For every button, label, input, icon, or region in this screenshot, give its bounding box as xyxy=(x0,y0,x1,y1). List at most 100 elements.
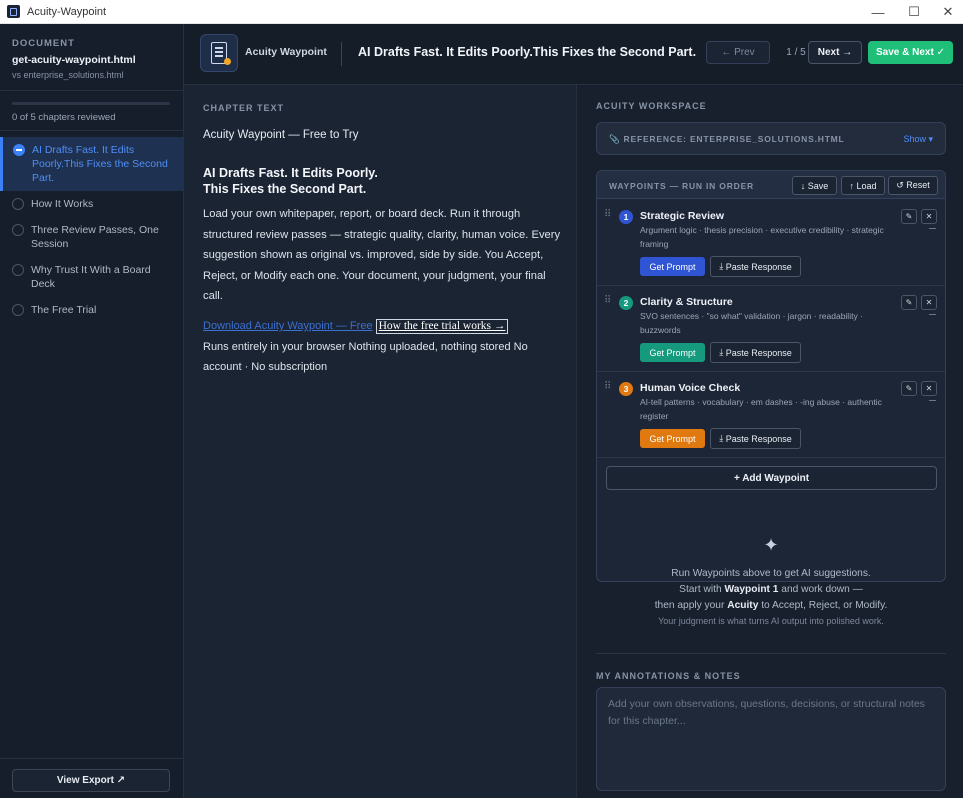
waypoint-name: Clarity & Structure xyxy=(640,296,733,308)
chapter-status-icon xyxy=(12,198,24,210)
chapter-item[interactable]: The Free Trial xyxy=(0,297,183,323)
delete-waypoint-icon[interactable]: ✕ xyxy=(921,209,937,224)
paste-response-label: Paste Response xyxy=(725,347,792,358)
chapter-status-icon xyxy=(13,144,25,156)
divider xyxy=(341,42,342,66)
paste-response-button[interactable]: ⤓ Paste Response xyxy=(710,428,801,449)
app-icon xyxy=(7,5,20,18)
review-progress-bar xyxy=(12,102,170,105)
app-logo-icon xyxy=(200,34,238,72)
next-button[interactable]: Next → xyxy=(808,41,862,64)
brand-name: Acuity Waypoint xyxy=(245,46,327,58)
chapter-status-icon xyxy=(12,304,24,316)
window-titlebar: Acuity-Waypoint — ☐ ✕ xyxy=(0,0,963,24)
paste-response-button[interactable]: ⤓ Paste Response xyxy=(710,342,801,363)
maximize-button[interactable]: ☐ xyxy=(897,0,931,24)
workspace-label: ACUITY WORKSPACE xyxy=(596,101,707,111)
edit-waypoint-icon[interactable]: ✎ xyxy=(901,381,917,396)
chapter-label: How It Works xyxy=(31,198,94,210)
free-trial-link[interactable]: How the free trial works → xyxy=(375,319,509,334)
chapter-subtitle: Acuity Waypoint — Free to Try xyxy=(203,129,359,141)
chapter-links: Download Acuity Waypoint — Free How the … xyxy=(203,316,565,378)
chapter-heading-line: AI Drafts Fast. It Edits Poorly. xyxy=(203,166,378,180)
close-button[interactable]: ✕ xyxy=(931,0,963,24)
minimize-button[interactable]: — xyxy=(861,0,895,24)
chapter-item[interactable]: Why Trust It With a Board Deck xyxy=(0,257,183,297)
empty-state-line: then apply your Acuity to Accept, Reject… xyxy=(654,600,888,611)
prev-button[interactable]: ← Prev xyxy=(706,41,770,64)
waypoint-number-badge: 3 xyxy=(619,382,633,396)
waypoints-header: WAYPOINTS — RUN IN ORDER ↓ Save ↑ Load ↺… xyxy=(597,171,945,199)
chapter-item[interactable]: Three Review Passes, One Session xyxy=(0,217,183,257)
edit-waypoint-icon[interactable]: ✎ xyxy=(901,295,917,310)
notes-textarea[interactable] xyxy=(596,687,946,791)
chapter-body: Load your own whitepaper, report, or boa… xyxy=(203,208,561,302)
divider xyxy=(0,758,183,759)
delete-waypoint-icon[interactable]: ✕ xyxy=(921,295,937,310)
paste-response-label: Paste Response xyxy=(725,261,792,272)
review-progress-text: 0 of 5 chapters reviewed xyxy=(12,112,116,123)
window-title: Acuity-Waypoint xyxy=(27,5,107,18)
collapse-icon[interactable] xyxy=(929,314,936,315)
chapter-footer-text: Runs entirely in your browser Nothing up… xyxy=(203,340,528,374)
chapter-text-pane: CHAPTER TEXT Acuity Waypoint — Free to T… xyxy=(184,85,577,798)
get-prompt-button[interactable]: Get Prompt xyxy=(640,257,705,276)
chapter-status-icon xyxy=(12,264,24,276)
chapter-label: Why Trust It With a Board Deck xyxy=(31,264,151,290)
chapter-item[interactable]: How It Works xyxy=(0,191,183,217)
sparkle-icon: ✦ xyxy=(763,535,779,555)
waypoint-item: ⠿ 1 Strategic Review Argument logic · th… xyxy=(597,200,945,286)
chapter-title: AI Drafts Fast. It Edits Poorly.This Fix… xyxy=(358,45,697,59)
chapter-list: AI Drafts Fast. It Edits Poorly.This Fix… xyxy=(0,137,183,323)
waypoint-name: Strategic Review xyxy=(640,210,725,222)
delete-waypoint-icon[interactable]: ✕ xyxy=(921,381,937,396)
divider xyxy=(596,653,946,654)
chapter-label: Three Review Passes, One Session xyxy=(31,224,159,250)
load-waypoints-button[interactable]: ↑ Load xyxy=(841,176,885,195)
waypoints-panel: WAYPOINTS — RUN IN ORDER ↓ Save ↑ Load ↺… xyxy=(596,170,946,582)
view-export-button[interactable]: View Export ↗ xyxy=(12,769,170,792)
waypoints-title: WAYPOINTS — RUN IN ORDER xyxy=(609,181,754,191)
notes-label: MY ANNOTATIONS & NOTES xyxy=(596,671,741,681)
get-prompt-button[interactable]: Get Prompt xyxy=(640,343,705,362)
save-and-next-button[interactable]: Save & Next ✓ xyxy=(868,41,953,64)
download-link[interactable]: Download Acuity Waypoint — Free xyxy=(203,320,373,332)
empty-state-line: Run Waypoints above to get AI suggestion… xyxy=(671,568,871,579)
sidebar: DOCUMENT get-acuity-waypoint.html vs ent… xyxy=(0,24,184,798)
waypoint-number-badge: 1 xyxy=(619,210,633,224)
add-waypoint-button[interactable]: + Add Waypoint xyxy=(606,466,937,490)
waypoint-description: AI-tell patterns · vocabulary · em dashe… xyxy=(640,397,882,421)
waypoint-item: ⠿ 3 Human Voice Check AI-tell patterns ·… xyxy=(597,372,945,458)
paste-response-label: Paste Response xyxy=(725,433,792,444)
waypoint-description: SVO sentences · "so what" validation · j… xyxy=(640,311,863,335)
chapter-heading: AI Drafts Fast. It Edits Poorly. This Fi… xyxy=(203,165,563,197)
paste-response-button[interactable]: ⤓ Paste Response xyxy=(710,256,801,277)
document-label: DOCUMENT xyxy=(12,38,75,49)
divider xyxy=(0,130,183,131)
chapter-item[interactable]: AI Drafts Fast. It Edits Poorly.This Fix… xyxy=(0,137,183,191)
drag-handle-icon[interactable]: ⠿ xyxy=(604,381,611,392)
get-prompt-button[interactable]: Get Prompt xyxy=(640,429,705,448)
chapter-label: The Free Trial xyxy=(31,304,97,316)
collapse-icon[interactable] xyxy=(929,400,936,401)
reference-show-toggle[interactable]: Show ▾ xyxy=(903,134,933,145)
drag-handle-icon[interactable]: ⠿ xyxy=(604,209,611,220)
waypoint-name: Human Voice Check xyxy=(640,382,741,394)
reference-bar[interactable]: 📎 REFERENCE: ENTERPRISE_SOLUTIONS.HTML S… xyxy=(596,122,946,155)
collapse-icon[interactable] xyxy=(929,228,936,229)
chapter-label: AI Drafts Fast. It Edits Poorly.This Fix… xyxy=(32,144,168,184)
reset-waypoints-button[interactable]: ↺ Reset xyxy=(888,176,938,195)
empty-state: ✦ Run Waypoints above to get AI suggesti… xyxy=(596,535,946,626)
waypoint-number-badge: 2 xyxy=(619,296,633,310)
edit-waypoint-icon[interactable]: ✎ xyxy=(901,209,917,224)
document-name: get-acuity-waypoint.html xyxy=(12,54,136,66)
drag-handle-icon[interactable]: ⠿ xyxy=(604,295,611,306)
header-bar: Acuity Waypoint AI Drafts Fast. It Edits… xyxy=(184,24,963,85)
waypoint-description: Argument logic · thesis precision · exec… xyxy=(640,225,884,249)
empty-state-line: Start with Waypoint 1 and work down — xyxy=(679,584,863,595)
empty-state-note: Your judgment is what turns AI output in… xyxy=(658,616,884,626)
document-compare: vs enterprise_solutions.html xyxy=(12,70,124,80)
chapter-status-icon xyxy=(12,224,24,236)
chapter-heading-line: This Fixes the Second Part. xyxy=(203,182,367,196)
save-waypoints-button[interactable]: ↓ Save xyxy=(792,176,837,195)
